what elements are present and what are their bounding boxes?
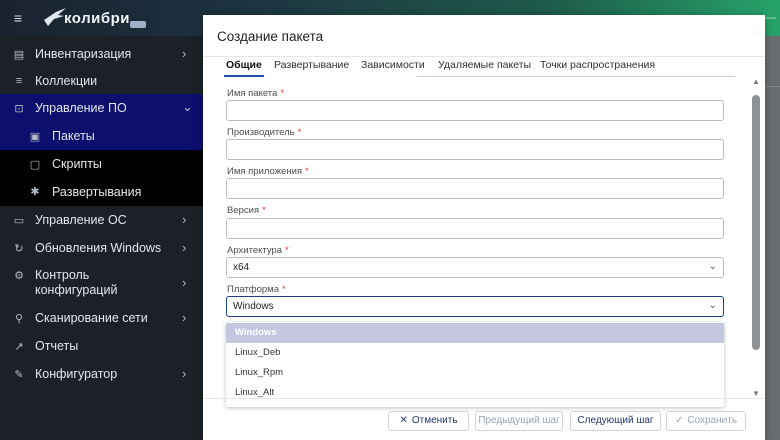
platform-dropdown-list: Windows Linux_Deb Linux_Rpm Linux_Alt bbox=[226, 322, 724, 407]
tab-dependencies[interactable]: Зависимости bbox=[361, 57, 425, 77]
sidebar-subitem-deployments[interactable]: ✱ Развертывания bbox=[0, 178, 203, 206]
tabs-underline bbox=[417, 76, 735, 77]
sidebar-item-config-control[interactable]: ⚙ Контроль конфигураций › bbox=[0, 266, 203, 300]
tab-removed-packages[interactable]: Удаляемые пакеты bbox=[438, 57, 531, 77]
topbar-user-area[interactable]: — bbox=[764, 10, 776, 24]
page-backdrop bbox=[765, 36, 780, 440]
scroll-down-arrow-icon[interactable]: ▼ bbox=[752, 389, 760, 398]
tab-distribution-points[interactable]: Точки распространения bbox=[540, 57, 655, 77]
check-icon: ✓ bbox=[674, 415, 684, 426]
chevron-right-icon: › bbox=[182, 46, 187, 61]
footer-divider bbox=[203, 398, 765, 399]
sidebar-item-configurator[interactable]: ✎ Конфигуратор › bbox=[0, 364, 203, 384]
chevron-down-icon: ⌄ bbox=[708, 261, 717, 272]
sidebar: ▤ Инвентаризация › ≡ Коллекции ⊡ Управле… bbox=[0, 36, 203, 440]
sidebar-item-inventory[interactable]: ▤ Инвентаризация › bbox=[0, 44, 203, 64]
package-name-label: Имя пакета * bbox=[227, 88, 285, 99]
platform-value: Windows bbox=[233, 301, 274, 312]
logo-text: колибри bbox=[64, 10, 130, 27]
required-marker: * bbox=[282, 284, 286, 295]
script-icon: ▢ bbox=[29, 159, 41, 171]
cancel-button[interactable]: ✕ Отменить bbox=[388, 411, 469, 431]
package-name-input[interactable] bbox=[226, 100, 724, 121]
required-marker: * bbox=[280, 88, 285, 99]
config-control-icon: ⚙ bbox=[14, 270, 24, 282]
dialog-title: Создание пакета bbox=[217, 29, 324, 44]
platform-select[interactable]: Windows ⌄ bbox=[226, 296, 724, 317]
wrench-icon: ✎ bbox=[14, 369, 24, 381]
software-submenu: ▣ Пакеты ▢ Скрипты ✱ Развертывания bbox=[0, 122, 203, 206]
list-icon: ≡ bbox=[15, 75, 23, 87]
save-button[interactable]: ✓ Сохранить bbox=[666, 411, 746, 431]
sidebar-item-network-scan[interactable]: ⚲ Сканирование сети › bbox=[0, 308, 203, 328]
create-package-dialog: Создание пакета Общие Развертывание Зави… bbox=[203, 15, 765, 440]
architecture-label: Архитектура * bbox=[227, 245, 289, 256]
sidebar-item-software[interactable]: ⊡ Управление ПО ⌄ bbox=[0, 94, 203, 122]
app-logo[interactable]: колибри bbox=[42, 6, 146, 30]
sidebar-item-reports[interactable]: ↗ Отчеты bbox=[0, 336, 203, 356]
platform-label: Платформа * bbox=[227, 284, 286, 295]
monitor-icon: ▭ bbox=[13, 215, 25, 227]
prev-step-button[interactable]: Предыдущий шаг bbox=[475, 411, 563, 431]
app-name-label: Имя приложения * bbox=[227, 166, 309, 177]
sidebar-item-windows-updates[interactable]: ↻ Обновления Windows › bbox=[0, 238, 203, 258]
logo-badge bbox=[130, 21, 146, 28]
required-marker: * bbox=[297, 127, 302, 138]
sidebar-subitem-packages[interactable]: ▣ Пакеты bbox=[0, 122, 203, 150]
chevron-right-icon: › bbox=[182, 366, 187, 381]
scrollbar-thumb[interactable] bbox=[752, 95, 760, 350]
required-marker: * bbox=[305, 166, 309, 177]
deploy-icon: ✱ bbox=[30, 186, 40, 198]
version-input[interactable] bbox=[226, 218, 724, 239]
platform-option-linux-rpm[interactable]: Linux_Rpm bbox=[226, 363, 724, 383]
inventory-icon: ▤ bbox=[13, 49, 25, 61]
required-marker: * bbox=[285, 245, 289, 256]
chevron-right-icon: › bbox=[182, 212, 187, 227]
vendor-input[interactable] bbox=[226, 139, 724, 160]
chevron-down-icon: ⌄ bbox=[182, 99, 193, 114]
scroll-up-arrow-icon[interactable]: ▲ bbox=[752, 77, 760, 86]
close-icon: ✕ bbox=[399, 415, 408, 426]
platform-option-windows[interactable]: Windows bbox=[226, 323, 724, 343]
app-name-input[interactable] bbox=[226, 178, 724, 199]
menu-icon[interactable]: ≡ bbox=[10, 10, 26, 26]
next-step-button[interactable]: Следующий шаг bbox=[570, 411, 661, 431]
sidebar-item-os[interactable]: ▭ Управление ОС › bbox=[0, 210, 203, 230]
chevron-down-icon: ⌄ bbox=[708, 300, 717, 311]
chart-icon: ↗ bbox=[14, 341, 24, 353]
package-icon: ▣ bbox=[29, 131, 41, 143]
version-label: Версия * bbox=[227, 205, 266, 216]
tab-deployment[interactable]: Развертывание bbox=[274, 57, 349, 77]
chevron-right-icon: › bbox=[182, 240, 187, 255]
required-marker: * bbox=[262, 205, 266, 216]
platform-option-linux-deb[interactable]: Linux_Deb bbox=[226, 343, 724, 363]
sidebar-item-collections[interactable]: ≡ Коллекции bbox=[0, 71, 203, 91]
chevron-right-icon: › bbox=[182, 275, 187, 290]
sidebar-subitem-scripts[interactable]: ▢ Скрипты bbox=[0, 150, 203, 178]
architecture-select[interactable]: x64 ⌄ bbox=[226, 257, 724, 278]
tab-general[interactable]: Общие bbox=[224, 57, 264, 77]
architecture-value: x64 bbox=[233, 262, 250, 273]
tab-bar: Общие Развертывание Зависимости Удаляемы… bbox=[217, 57, 747, 77]
vendor-label: Производитель * bbox=[227, 127, 302, 138]
platform-option-linux-alt[interactable]: Linux_Alt bbox=[226, 383, 724, 403]
chevron-right-icon: › bbox=[182, 310, 187, 325]
software-icon: ⊡ bbox=[14, 103, 24, 115]
dialog-scrollbar[interactable]: ▲ ▼ bbox=[751, 77, 761, 399]
network-icon: ⚲ bbox=[14, 313, 24, 325]
update-icon: ↻ bbox=[14, 243, 24, 255]
